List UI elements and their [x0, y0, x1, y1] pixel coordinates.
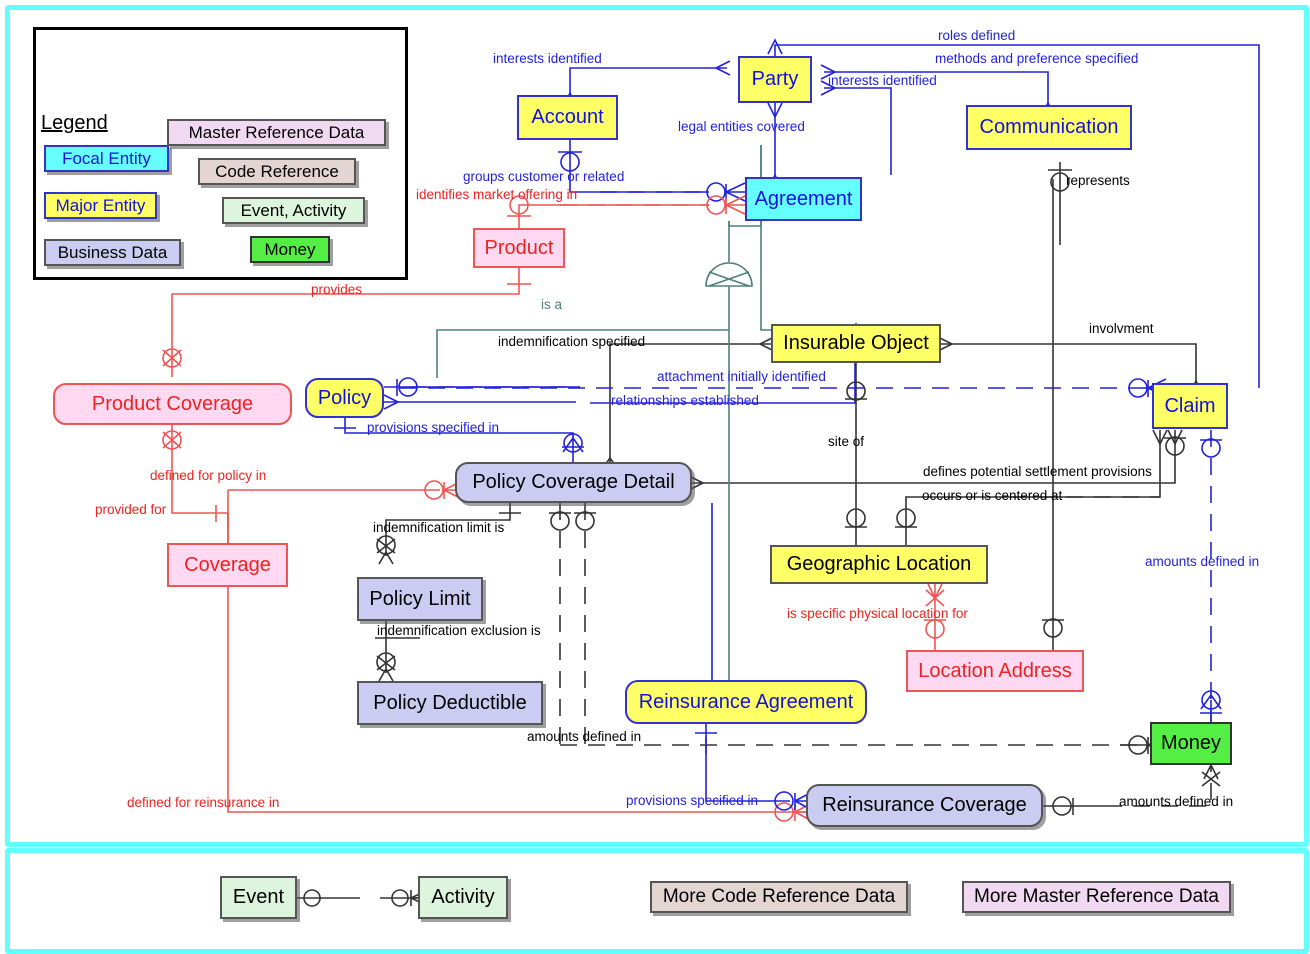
- entity-policy-coverage-detail[interactable]: Policy Coverage Detail: [455, 462, 692, 503]
- label-defined-for-reinsurance-in: defined for reinsurance in: [127, 795, 280, 810]
- label-amounts-defined-in-claim: amounts defined in: [1145, 554, 1260, 569]
- entity-reinsurance-agreement[interactable]: Reinsurance Agreement: [625, 680, 867, 724]
- entity-policy-limit[interactable]: Policy Limit: [357, 577, 483, 621]
- label-provides: provides: [311, 282, 363, 297]
- legend-swatch-business-data: Business Data: [44, 239, 181, 266]
- entity-coverage[interactable]: Coverage: [167, 543, 288, 587]
- label-represents: represents: [1066, 173, 1130, 188]
- label-is-specific-physical-location-for: is specific physical location for: [787, 606, 968, 621]
- entity-insurable-object[interactable]: Insurable Object: [771, 324, 941, 363]
- label-defines-potential-settlement-provisions: defines potential settlement provisions: [923, 464, 1152, 479]
- legend-swatch-event-activity: Event, Activity: [222, 197, 365, 224]
- label-attachment-initially-identified: attachment initially identified: [657, 369, 826, 384]
- entity-policy[interactable]: Policy: [305, 378, 384, 418]
- label-identifies-market-offering-in: identifies market offering in: [416, 187, 578, 202]
- entity-party[interactable]: Party: [738, 56, 812, 103]
- entity-reinsurance-coverage[interactable]: Reinsurance Coverage: [806, 784, 1043, 827]
- label-provisions-specified-in-reinsurance: provisions specified in: [626, 793, 759, 808]
- entity-agreement[interactable]: Agreement: [745, 177, 862, 221]
- entity-product[interactable]: Product: [473, 228, 565, 268]
- legend-swatch-money: Money: [250, 236, 330, 263]
- label-interests-identified-right: interests identified: [828, 73, 937, 88]
- entity-location-address[interactable]: Location Address: [906, 650, 1084, 692]
- label-defined-for-policy-in: defined for policy in: [150, 468, 267, 483]
- label-indemnification-limit-is: indemnification limit is: [373, 520, 505, 535]
- bottom-entity-activity[interactable]: Activity: [418, 876, 508, 919]
- entity-policy-deductible[interactable]: Policy Deductible: [357, 681, 543, 725]
- entity-account[interactable]: Account: [517, 95, 618, 140]
- label-indemnification-exclusion-is: indemnification exclusion is: [377, 623, 541, 638]
- label-amounts-defined-in-reinsurance: amounts defined in: [1119, 794, 1234, 809]
- diagram-canvas: .b{stroke:#2222dd;stroke-width:1.6;fill:…: [0, 0, 1310, 954]
- legend-swatch-code-reference: Code Reference: [198, 158, 356, 185]
- label-groups-customer-or-related: groups customer or related: [463, 169, 625, 184]
- label-involvment: involvment: [1089, 321, 1154, 336]
- legend-heading: Legend: [41, 112, 108, 134]
- legend-swatch-master-reference-data: Master Reference Data: [167, 119, 386, 146]
- entity-product-coverage[interactable]: Product Coverage: [53, 383, 292, 425]
- entity-communication[interactable]: Communication: [966, 105, 1132, 150]
- bottom-more-master-reference-data[interactable]: More Master Reference Data: [962, 881, 1231, 913]
- entity-geographic-location[interactable]: Geographic Location: [770, 545, 988, 584]
- bottom-more-code-reference-data[interactable]: More Code Reference Data: [650, 881, 908, 913]
- legend-swatch-focal-entity: Focal Entity: [44, 145, 169, 172]
- label-methods-and-preference-specified: methods and preference specified: [935, 51, 1139, 66]
- label-provisions-specified-in-policy: provisions specified in: [367, 420, 500, 435]
- legend-swatch-major-entity: Major Entity: [44, 192, 157, 219]
- label-site-of: site of: [828, 434, 865, 449]
- entity-claim[interactable]: Claim: [1152, 383, 1228, 429]
- label-provided-for: provided for: [95, 502, 167, 517]
- label-amounts-defined-in-detail: amounts defined in: [527, 729, 642, 744]
- label-occurs-or-is-centered-at: occurs or is centered at: [922, 488, 1063, 503]
- label-is-a: is a: [541, 297, 563, 312]
- label-relationships-established: relationships established: [611, 393, 759, 408]
- bottom-entity-event[interactable]: Event: [220, 876, 297, 919]
- label-legal-entities-covered: legal entities covered: [678, 119, 805, 134]
- label-indemnification-specified: indemnification specified: [498, 334, 646, 349]
- label-interests-identified-left: interests identified: [493, 51, 602, 66]
- label-roles-defined: roles defined: [938, 28, 1016, 43]
- entity-money[interactable]: Money: [1150, 722, 1232, 765]
